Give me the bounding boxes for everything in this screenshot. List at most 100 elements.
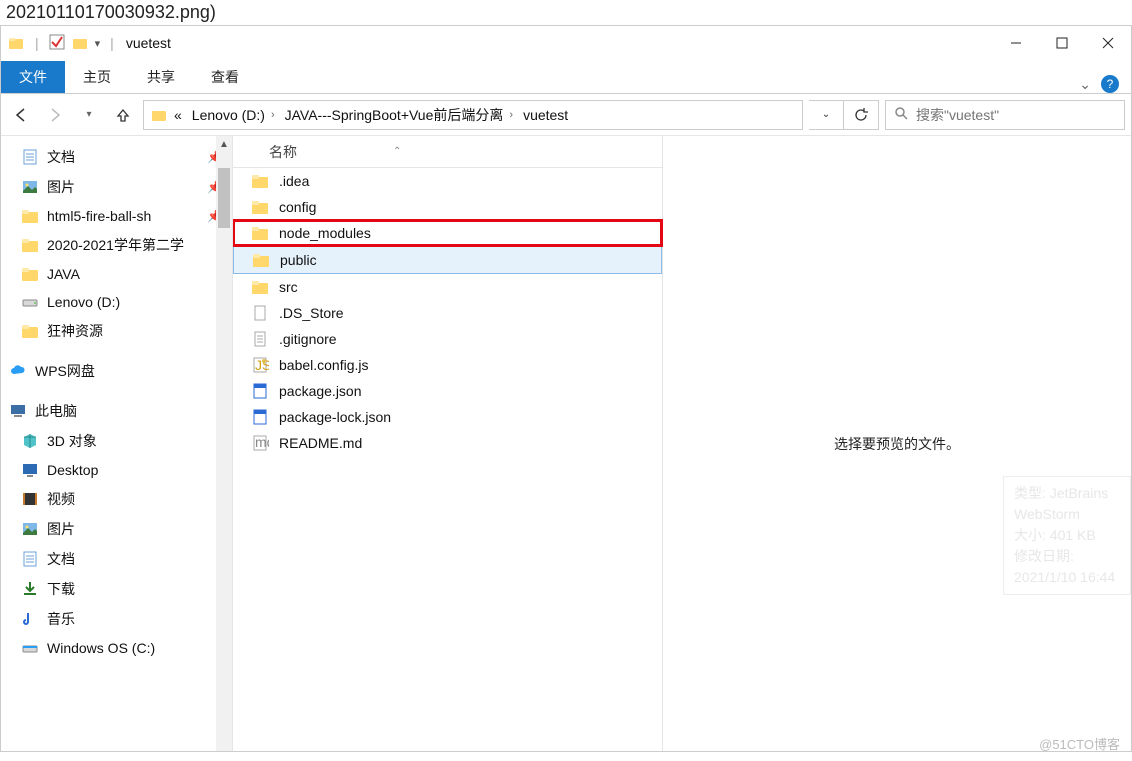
breadcrumb[interactable]: « Lenovo (D:)› JAVA---SpringBoot+Vue前后端分… xyxy=(143,100,803,130)
sort-indicator-icon: ⌃ xyxy=(393,146,401,157)
file-row-9[interactable]: package-lock.json xyxy=(233,404,662,430)
file-row-0[interactable]: .idea xyxy=(233,168,662,194)
file-name: babel.config.js xyxy=(279,357,369,373)
nav-item-label: JAVA xyxy=(47,266,80,282)
nav-pane: 文档📌图片📌html5-fire-ball-sh📌2020-2021学年第二学 J… xyxy=(1,136,233,751)
tab-home[interactable]: 主页 xyxy=(65,61,129,93)
nav-pc-0[interactable]: 3D 对象 xyxy=(1,426,232,456)
nav-pc-2[interactable]: 视频 xyxy=(1,484,232,514)
pc-icon xyxy=(9,402,27,420)
doc-icon xyxy=(21,148,39,166)
watermark: @51CTO博客 xyxy=(1039,734,1120,753)
folder-icon xyxy=(7,34,25,52)
crumb-0[interactable]: Lenovo (D:)› xyxy=(188,107,279,123)
ribbon-expand[interactable]: ⌄ xyxy=(1079,76,1091,93)
nav-quick-6[interactable]: 狂神资源 xyxy=(1,316,232,346)
json-icon xyxy=(251,408,269,426)
tab-share[interactable]: 共享 xyxy=(129,61,193,93)
folder-icon xyxy=(251,172,269,190)
svg-text:md: md xyxy=(255,434,269,450)
nav-item-label: Lenovo (D:) xyxy=(47,294,120,310)
title-bar: | ▾ | vuetest xyxy=(1,26,1131,60)
js-icon: JS xyxy=(251,356,269,374)
search-input[interactable] xyxy=(916,107,1116,123)
qat-separator-2: | xyxy=(110,35,114,51)
nav-pc-5[interactable]: 下载 xyxy=(1,574,232,604)
file-row-3[interactable]: public xyxy=(233,246,662,274)
drive-icon xyxy=(21,293,39,311)
nav-wps[interactable]: WPS网盘 xyxy=(1,356,232,386)
nav-quick-5[interactable]: Lenovo (D:) xyxy=(1,288,232,316)
folder-icon xyxy=(251,198,269,216)
nav-quick-1[interactable]: 图片📌 xyxy=(1,172,232,202)
recent-dropdown[interactable]: ▾ xyxy=(75,101,103,129)
maximize-button[interactable] xyxy=(1039,26,1085,60)
nav-pc-7[interactable]: Windows OS (C:) xyxy=(1,634,232,662)
crumb-2[interactable]: vuetest xyxy=(519,107,572,123)
close-button[interactable] xyxy=(1085,26,1131,60)
address-drop[interactable]: ⌄ xyxy=(809,101,843,129)
tab-file[interactable]: 文件 xyxy=(1,61,65,93)
ribbon-tabs: 文件 主页 共享 查看 ⌄ ? xyxy=(1,60,1131,94)
breadcrumb-overflow[interactable]: « xyxy=(170,107,186,123)
file-name: config xyxy=(279,199,316,215)
column-header[interactable]: 名称⌃ xyxy=(233,136,662,168)
crumb-1[interactable]: JAVA---SpringBoot+Vue前后端分离› xyxy=(281,105,517,125)
page-caption: 20210110170030932.png) xyxy=(0,0,1132,25)
nav-quick-0[interactable]: 文档📌 xyxy=(1,142,232,172)
nav-pc-3[interactable]: 图片 xyxy=(1,514,232,544)
nav-quick-2[interactable]: html5-fire-ball-sh📌 xyxy=(1,202,232,230)
back-button[interactable] xyxy=(7,101,35,129)
nav-quick-4[interactable]: JAVA xyxy=(1,260,232,288)
file-name: .gitignore xyxy=(279,331,337,347)
address-bar: ▾ « Lenovo (D:)› JAVA---SpringBoot+Vue前后… xyxy=(1,94,1131,136)
file-row-1[interactable]: config xyxy=(233,194,662,220)
svg-text:JS: JS xyxy=(255,357,269,373)
nav-pc-4[interactable]: 文档 xyxy=(1,544,232,574)
file-name: node_modules xyxy=(279,225,371,241)
file-row-8[interactable]: package.json xyxy=(233,378,662,404)
music-icon xyxy=(21,610,39,628)
chevron-right-icon: › xyxy=(509,109,513,121)
nav-pc-1[interactable]: Desktop xyxy=(1,456,232,484)
qat-dropdown[interactable]: ▾ xyxy=(95,37,101,50)
minimize-button[interactable] xyxy=(993,26,1039,60)
file-row-7[interactable]: JS babel.config.js xyxy=(233,352,662,378)
preview-empty-text: 选择要预览的文件。 xyxy=(834,434,960,454)
chevron-right-icon: › xyxy=(271,109,275,121)
file-row-10[interactable]: md README.md xyxy=(233,430,662,456)
folder-icon xyxy=(21,207,39,225)
file-name: README.md xyxy=(279,435,362,451)
qat-checkbox[interactable] xyxy=(49,34,65,53)
file-row-6[interactable]: .gitignore xyxy=(233,326,662,352)
explorer-window: | ▾ | vuetest 文件 主页 共享 查看 ⌄ ? ▾ « Lenovo… xyxy=(0,25,1132,752)
search-box[interactable] xyxy=(885,100,1125,130)
refresh-button[interactable] xyxy=(844,101,878,129)
forward-button[interactable] xyxy=(41,101,69,129)
nav-item-label: 文档 xyxy=(47,147,75,167)
pic-icon xyxy=(21,520,39,538)
file-icon xyxy=(251,304,269,322)
nav-scrollbar[interactable]: ▲ xyxy=(216,136,232,751)
folder-icon xyxy=(251,278,269,296)
nav-quick-3[interactable]: 2020-2021学年第二学 xyxy=(1,230,232,260)
nav-item-label: 图片 xyxy=(47,519,75,539)
folder-icon xyxy=(21,322,39,340)
file-row-2[interactable]: node_modules xyxy=(233,220,662,246)
folder-icon xyxy=(21,265,39,283)
file-name: package-lock.json xyxy=(279,409,391,425)
nav-this-pc[interactable]: 此电脑 xyxy=(1,396,232,426)
help-icon[interactable]: ? xyxy=(1101,75,1119,93)
nav-item-label: 狂神资源 xyxy=(47,321,103,341)
file-row-5[interactable]: .DS_Store xyxy=(233,300,662,326)
file-name: .idea xyxy=(279,173,309,189)
tab-view[interactable]: 查看 xyxy=(193,61,257,93)
file-row-4[interactable]: src xyxy=(233,274,662,300)
up-button[interactable] xyxy=(109,101,137,129)
folder-icon xyxy=(150,106,168,124)
download-icon xyxy=(21,580,39,598)
folder-icon xyxy=(252,251,270,269)
osdrive-icon xyxy=(21,639,39,657)
nav-pc-6[interactable]: 音乐 xyxy=(1,604,232,634)
folder-icon xyxy=(21,236,39,254)
